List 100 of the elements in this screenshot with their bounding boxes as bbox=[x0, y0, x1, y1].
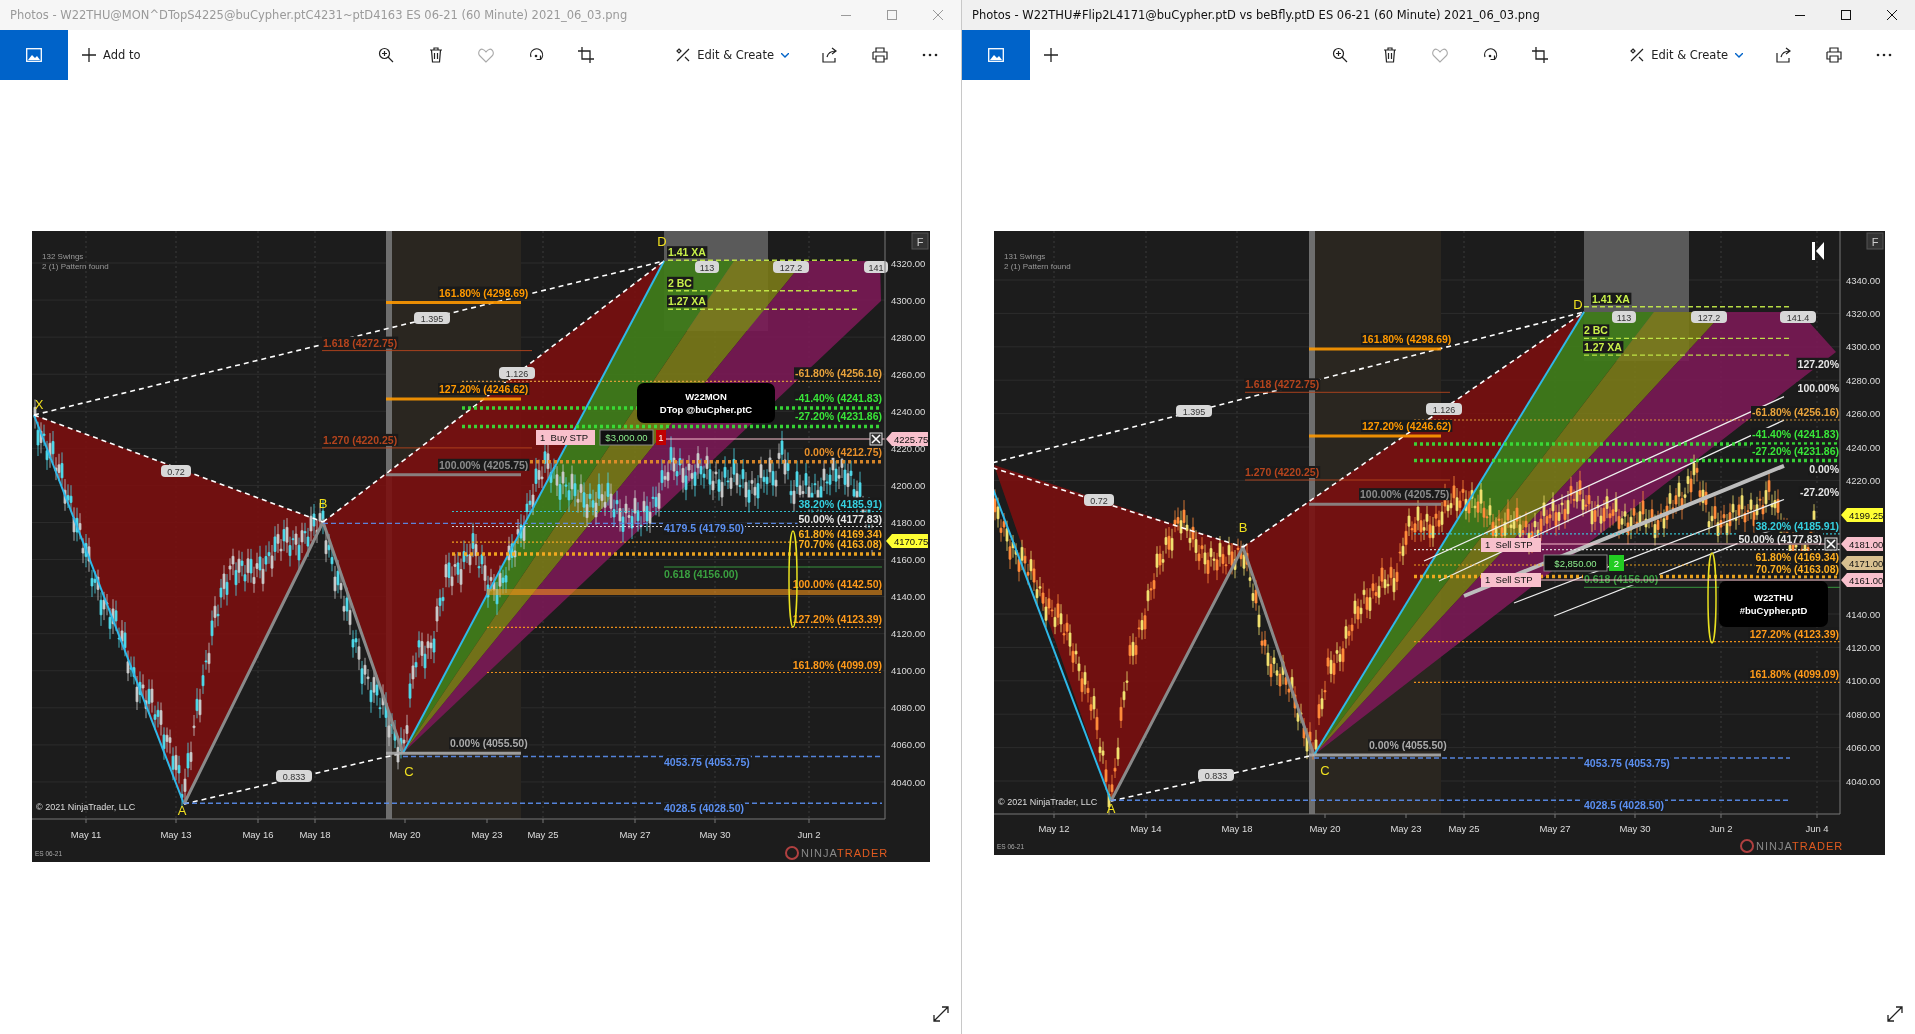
note-text: DTop @buCpher.ptC bbox=[659, 404, 753, 415]
fib-level-label: 0.00% (4055.50) bbox=[449, 737, 529, 750]
window-title: Photos - W22THU@MON^DTopS4225@buCypher.ptC4231~ptD4163 ES 06-21 (60 Minute) 2021_06_03.png bbox=[9, 8, 629, 22]
price-flag: 4181.00 bbox=[1841, 537, 1884, 551]
fib-level-label: 100.00% bbox=[1796, 382, 1841, 395]
price-tick-label: 4220.00 bbox=[1846, 474, 1881, 486]
fib-level-label: 61.80% (4169.34) bbox=[1754, 551, 1840, 563]
add-to-button[interactable]: Add to bbox=[72, 37, 151, 73]
price-tick-label: 4280.00 bbox=[891, 331, 926, 343]
fib-level-label: 0.618 (4156.00) bbox=[663, 568, 740, 580]
fib-level-label: 1.27 XA bbox=[1583, 341, 1624, 354]
ratio-badge: 1.126 bbox=[1426, 403, 1462, 415]
ratio-badge: 1.395 bbox=[414, 312, 450, 324]
ratio-badge: 141.4 bbox=[1780, 311, 1816, 323]
logo: NINJATRADER bbox=[1756, 840, 1844, 852]
fib-level-label: -61.80% (4256.16) bbox=[1751, 406, 1840, 418]
date-label: May 14 bbox=[1130, 823, 1162, 834]
price-tick-label: 4200.00 bbox=[891, 479, 926, 491]
info-text: 131 Swings bbox=[1004, 252, 1046, 261]
image-icon[interactable] bbox=[962, 30, 1030, 80]
fib-level-label: -27.20% (4231.86) bbox=[794, 410, 883, 423]
price-tick-label: 4160.00 bbox=[891, 554, 926, 566]
date-label: Jun 2 bbox=[797, 829, 821, 840]
date-label: May 27 bbox=[1539, 823, 1571, 834]
fib-level-label: -61.80% (4256.16) bbox=[794, 367, 883, 380]
pattern-point-label: D bbox=[1573, 297, 1583, 312]
info-text: 2 (1) Pattern found bbox=[42, 262, 109, 271]
price-tick-label: 4100.00 bbox=[891, 665, 926, 677]
quantity-badge: 2 bbox=[1609, 555, 1624, 571]
ratio-badge: 0.833 bbox=[1198, 769, 1234, 781]
copyright-text: © 2021 NinjaTrader, LLC bbox=[998, 797, 1098, 807]
f-button[interactable]: F bbox=[1866, 232, 1884, 250]
edit-tools-icon bbox=[676, 48, 691, 62]
price-tick-label: 4240.00 bbox=[1846, 441, 1881, 453]
price-flag: 4170.75 bbox=[886, 534, 929, 548]
pattern-point-label: X bbox=[34, 397, 44, 412]
pattern-point-label: A bbox=[177, 803, 187, 818]
price-flag: 4171.00 bbox=[1841, 556, 1884, 570]
fib-level-label: 100.00% (4205.75) bbox=[1359, 488, 1451, 501]
close-icon[interactable] bbox=[1824, 537, 1838, 551]
pattern-point-label: D bbox=[657, 234, 667, 249]
date-label: May 25 bbox=[1448, 823, 1480, 834]
expand-icon[interactable] bbox=[933, 1006, 949, 1022]
price-tick-label: 4240.00 bbox=[891, 405, 926, 417]
date-label: May 30 bbox=[699, 829, 731, 840]
price-tick-label: 4300.00 bbox=[1846, 341, 1881, 353]
ratio-badge: 0.72 bbox=[1084, 494, 1114, 506]
close-icon[interactable] bbox=[869, 432, 883, 446]
note-text: W22MON bbox=[685, 391, 727, 402]
skip-to-start-icon[interactable] bbox=[1812, 242, 1824, 260]
price-tick-label: 4280.00 bbox=[1846, 374, 1881, 386]
date-label: May 16 bbox=[242, 829, 274, 840]
price-flag: 4161.00 bbox=[1841, 573, 1884, 587]
fib-level-label: 0.00% bbox=[1808, 463, 1841, 476]
price-tick-label: 4260.00 bbox=[891, 368, 926, 380]
fib-level-label: 1.27 XA bbox=[667, 295, 708, 308]
edit-create-button[interactable]: Edit & Create bbox=[1622, 37, 1751, 73]
caret-icon bbox=[1735, 52, 1743, 58]
price-tick-label: 4100.00 bbox=[1846, 675, 1881, 687]
price-tick-label: 4120.00 bbox=[1846, 641, 1881, 653]
price-tick-label: 4320.00 bbox=[1846, 307, 1881, 319]
fib-level-label: 0.00% (4055.50) bbox=[1368, 739, 1448, 752]
pattern-point-label: B bbox=[1238, 520, 1248, 535]
info-text: 132 Swings bbox=[42, 252, 84, 261]
date-label: May 27 bbox=[619, 829, 651, 840]
price-tick-label: 4060.00 bbox=[891, 739, 926, 751]
fib-level-label: 1.41 XA bbox=[667, 246, 708, 259]
ratio-badge: 0.72 bbox=[161, 465, 191, 477]
price-tick-label: 4300.00 bbox=[891, 294, 926, 306]
fib-level-label: 161.80% (4298.69) bbox=[1361, 333, 1453, 345]
order-label[interactable]: 1 Sell STP bbox=[1481, 538, 1541, 552]
price-tick-label: 4320.00 bbox=[891, 257, 926, 269]
order-label[interactable]: 1 Buy STP bbox=[536, 430, 595, 445]
note-text: W22THU bbox=[1753, 592, 1794, 603]
profit-label: $3,000.00 bbox=[599, 429, 654, 446]
edit-create-button[interactable]: Edit & Create bbox=[668, 37, 797, 73]
price-tick-label: 4140.00 bbox=[891, 591, 926, 603]
f-button[interactable]: F bbox=[911, 232, 929, 250]
expand-icon[interactable] bbox=[1887, 1006, 1903, 1022]
fib-level-label: 1.618 (4272.75) bbox=[1244, 378, 1321, 391]
image-icon[interactable] bbox=[0, 30, 68, 80]
price-tick-label: 4080.00 bbox=[1846, 708, 1881, 720]
date-label: Jun 2 bbox=[1709, 823, 1733, 834]
date-label: May 23 bbox=[471, 829, 503, 840]
ratio-badge: 113 bbox=[1612, 311, 1636, 323]
price-tick-label: 4080.00 bbox=[891, 702, 926, 714]
pattern-point-label: C bbox=[404, 764, 414, 779]
date-label: May 18 bbox=[299, 829, 331, 840]
caret-icon bbox=[781, 52, 789, 58]
price-tick-label: 4060.00 bbox=[1846, 742, 1881, 754]
ratio-badge: 127.2 bbox=[773, 261, 809, 273]
logo-icon bbox=[1740, 839, 1754, 853]
note-text: #buCypher.ptD bbox=[1739, 605, 1808, 616]
ratio-badge: 1.126 bbox=[499, 367, 535, 379]
order-label[interactable]: 1 Sell STP bbox=[1481, 573, 1541, 587]
date-label: May 12 bbox=[1038, 823, 1070, 834]
date-label: May 20 bbox=[389, 829, 421, 840]
fib-level-label: 70.70% (4163.08) bbox=[797, 537, 883, 550]
date-label: Jun 4 bbox=[1805, 823, 1829, 834]
price-tick-label: 4040.00 bbox=[1846, 775, 1881, 787]
